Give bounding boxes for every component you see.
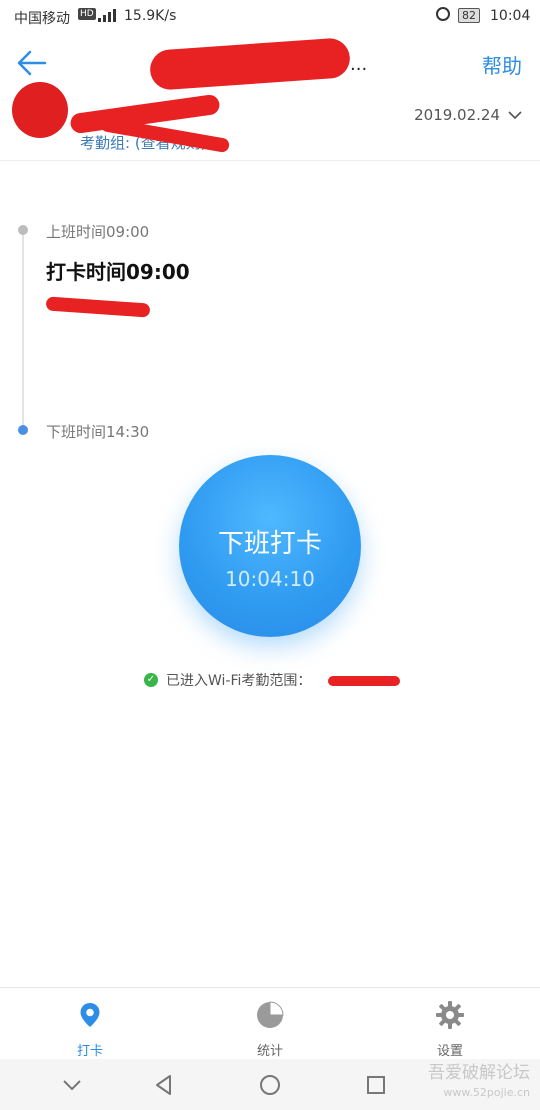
- redaction-mark: [328, 676, 400, 686]
- timeline-line: [22, 232, 24, 430]
- wifi-status: ✓ 已进入Wi-Fi考勤范围：: [144, 670, 311, 690]
- punch-button-label: 下班打卡: [217, 529, 322, 559]
- back-triangle-icon[interactable]: [150, 1071, 178, 1099]
- date-selector[interactable]: 2019.02.24: [414, 106, 522, 124]
- timeline-dot-clock-in: [18, 225, 28, 235]
- clock-out-punch-button[interactable]: 下班打卡 10:04:10: [179, 455, 361, 637]
- redaction-mark: [45, 296, 151, 318]
- bottom-nav: 打卡 统计 设置: [0, 987, 540, 1060]
- timeline-dot-clock-out: [18, 425, 28, 435]
- arrow-left-icon: [17, 50, 47, 76]
- check-circle-icon: ✓: [144, 673, 158, 687]
- redaction-mark: [148, 37, 352, 91]
- location-pin-icon: [80, 1003, 100, 1027]
- tab-settings[interactable]: 设置: [360, 988, 540, 1060]
- carrier-name: 中国移动: [14, 11, 70, 27]
- back-button[interactable]: [14, 48, 50, 78]
- header: ... 帮助 考勤组: (查看规则) 2019.02.24: [0, 34, 540, 161]
- page-title: ...: [350, 54, 368, 75]
- selected-date: 2019.02.24: [414, 106, 500, 124]
- help-button[interactable]: 帮助: [482, 50, 522, 79]
- tab-punch-label: 打卡: [76, 1044, 103, 1059]
- clock-in-label: 上班时间09:00: [46, 223, 150, 241]
- hd-badge: HD: [78, 8, 96, 20]
- pie-chart-icon: [257, 1001, 284, 1028]
- watermark-url: www.52pojie.cn: [443, 1086, 530, 1099]
- system-nav-bar: 吾爱破解论坛 www.52pojie.cn: [0, 1059, 540, 1110]
- tab-settings-label: 设置: [436, 1044, 463, 1059]
- network-speed: 15.9K/s: [124, 8, 177, 24]
- avatar: [12, 82, 68, 138]
- clock-out-label: 下班时间14:30: [46, 423, 150, 441]
- tab-statistics-label: 统计: [256, 1044, 283, 1059]
- battery-level: 82: [458, 8, 480, 23]
- status-time: 10:04: [490, 8, 531, 24]
- status-bar: 中国移动 HD 15.9K/s 82 10:04: [0, 0, 540, 34]
- chevron-down-icon: [508, 111, 522, 120]
- chevron-down-icon[interactable]: [58, 1071, 86, 1099]
- wifi-status-text: 已进入Wi-Fi考勤范围：: [166, 673, 312, 689]
- tab-statistics[interactable]: 统计: [180, 988, 360, 1060]
- gear-icon: [436, 1001, 464, 1029]
- home-circle-icon[interactable]: [256, 1071, 284, 1099]
- recents-square-icon[interactable]: [362, 1071, 390, 1099]
- signal-icon: [98, 8, 116, 22]
- punch-time: 打卡时间09:00: [46, 260, 190, 284]
- screen: 中国移动 HD 15.9K/s 82 10:04 ... 帮助 考勤组: (查看…: [0, 0, 540, 1110]
- tab-punch[interactable]: 打卡: [0, 988, 180, 1060]
- watermark-title: 吾爱破解论坛: [428, 1063, 530, 1083]
- watermark: 吾爱破解论坛 www.52pojie.cn: [428, 1063, 530, 1103]
- alarm-icon: [436, 7, 450, 21]
- current-time: 10:04:10: [225, 567, 315, 591]
